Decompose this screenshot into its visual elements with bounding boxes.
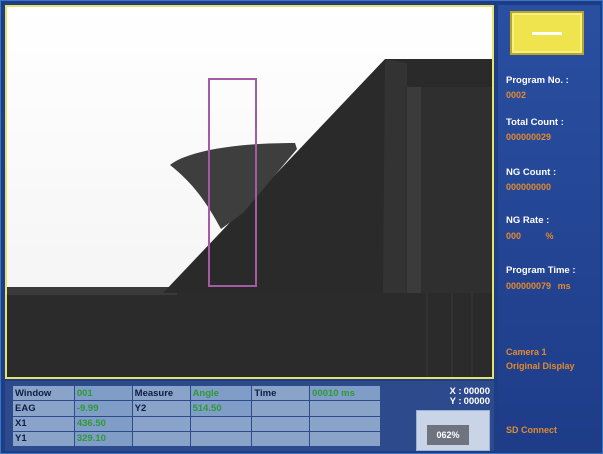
table-header-row: Window 001 Measure Angle Time 00010 ms [12, 384, 381, 402]
sd-connect-label[interactable]: SD Connect [506, 425, 598, 435]
ng-rate-value: 000 % [506, 231, 598, 241]
row-value: -9.99 [73, 400, 133, 417]
measurement-table: Window 001 Measure Angle Time 00010 ms E… [12, 384, 381, 448]
ng-rate-number: 000 [506, 231, 522, 241]
empty-cell [251, 430, 311, 448]
table-row: X1 436.50 [12, 415, 381, 432]
row-name2 [131, 430, 191, 448]
empty-cell [309, 430, 381, 448]
program-no-value: 0002 [506, 90, 527, 100]
window-value: 001 [73, 384, 133, 402]
top-action-button[interactable] [510, 11, 584, 55]
measure-label: Measure [131, 384, 191, 402]
row-value: 329.10 [73, 430, 133, 448]
row-name: X1 [12, 415, 75, 432]
camera-label: Camera 1 [506, 347, 547, 357]
empty-cell [251, 415, 311, 432]
zoom-level: 062% [427, 425, 469, 445]
row-name: Y1 [12, 430, 75, 448]
coordinate-readout: X : 00000 Y : 00000 [416, 387, 490, 407]
ng-count-value: 000000000 [506, 182, 552, 192]
table-row: Y1 329.10 [12, 430, 381, 448]
table-row: EAG -9.99 Y2 514.50 [12, 400, 381, 417]
time-label: Time [251, 384, 311, 402]
time-value: 00010 ms [309, 384, 381, 402]
program-time-label: Program Time : [506, 265, 576, 276]
row-value2 [189, 430, 253, 448]
y-value: 00000 [463, 396, 490, 407]
row-name: EAG [12, 400, 75, 417]
total-count-value: 000000029 [506, 132, 552, 142]
empty-cell [309, 415, 381, 432]
empty-cell [251, 400, 311, 417]
program-time-unit: ms [557, 281, 571, 291]
y-label: Y : [449, 396, 462, 407]
ng-rate-label: NG Rate : [506, 215, 550, 226]
ng-count-label: NG Count : [506, 167, 557, 178]
side-panel: Program No. : 0002 Total Count : 0000000… [498, 5, 600, 451]
zoom-box[interactable]: 062% [416, 410, 490, 451]
row-value2: 514.50 [189, 400, 253, 417]
row-value2 [189, 415, 253, 432]
row-name2: Y2 [131, 400, 191, 417]
display-mode-label: Original Display [506, 361, 575, 371]
app-frame: Window 001 Measure Angle Time 00010 ms E… [0, 0, 603, 454]
camera-image [7, 7, 492, 377]
program-time-value: 000000079 ms [506, 281, 598, 291]
total-count-label: Total Count : [506, 117, 564, 128]
program-time-number: 000000079 [506, 281, 552, 291]
empty-cell [309, 400, 381, 417]
program-no-label: Program No. : [506, 75, 569, 86]
base-plate [7, 291, 492, 377]
row-name2 [131, 415, 191, 432]
row-value: 436.50 [73, 415, 133, 432]
camera-view[interactable] [5, 5, 494, 379]
ng-rate-unit: % [545, 231, 554, 241]
minus-icon [532, 32, 562, 35]
bottom-panel: Window 001 Measure Angle Time 00010 ms E… [5, 381, 494, 451]
measure-value: Angle [189, 384, 253, 402]
window-label: Window [12, 384, 75, 402]
